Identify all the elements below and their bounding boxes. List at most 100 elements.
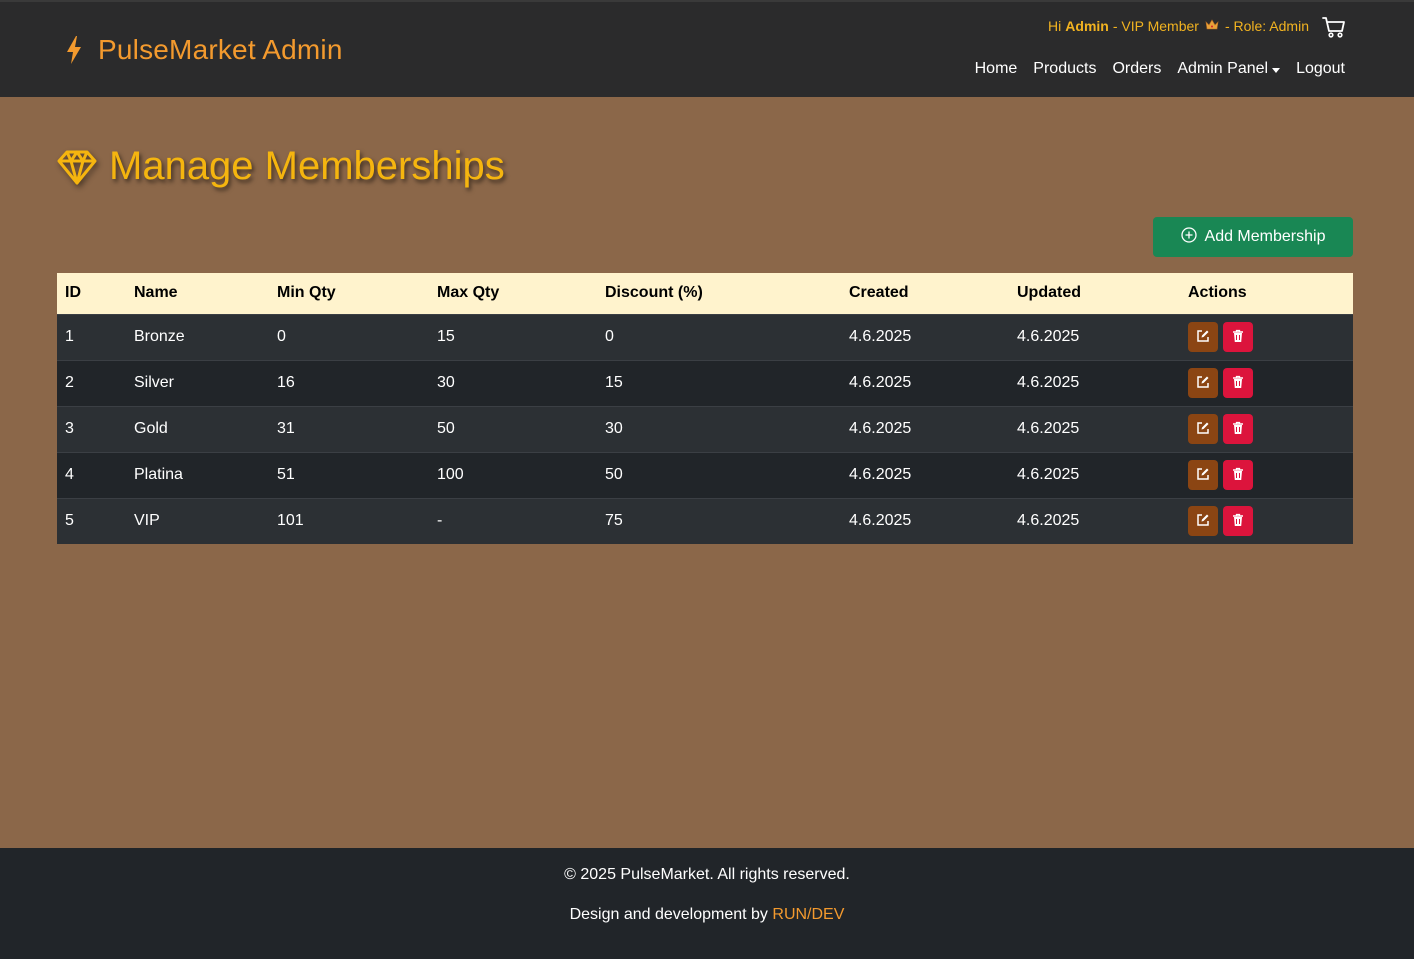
trash-icon bbox=[1232, 421, 1244, 438]
cell-name: Gold bbox=[126, 405, 269, 452]
membership-label: - VIP Member bbox=[1112, 18, 1199, 34]
page-title: Manage Memberships bbox=[109, 144, 505, 188]
cell-min-qty: 16 bbox=[269, 359, 429, 406]
cell-updated: 4.6.2025 bbox=[1009, 313, 1180, 360]
cell-min-qty: 31 bbox=[269, 405, 429, 452]
edit-icon bbox=[1196, 375, 1210, 392]
cell-updated: 4.6.2025 bbox=[1009, 359, 1180, 406]
cell-discount: 75 bbox=[597, 497, 841, 544]
cell-max-qty: 15 bbox=[429, 313, 597, 360]
footer-credit-link[interactable]: RUN/DEV bbox=[772, 906, 844, 923]
greeting: Hi bbox=[1048, 18, 1062, 34]
cell-max-qty: 100 bbox=[429, 451, 597, 498]
cell-discount: 50 bbox=[597, 451, 841, 498]
delete-button[interactable] bbox=[1223, 506, 1253, 537]
cell-actions bbox=[1180, 313, 1353, 360]
table-row: 1 Bronze 0 15 0 4.6.2025 4.6.2025 bbox=[57, 313, 1353, 360]
cell-name: VIP bbox=[126, 497, 269, 544]
nav-admin-panel-label: Admin Panel bbox=[1177, 60, 1269, 77]
cell-id: 5 bbox=[57, 497, 126, 544]
edit-button[interactable] bbox=[1188, 506, 1218, 537]
cell-discount: 0 bbox=[597, 313, 841, 360]
cell-actions bbox=[1180, 451, 1353, 498]
cell-max-qty: 30 bbox=[429, 359, 597, 406]
cell-min-qty: 0 bbox=[269, 313, 429, 360]
cell-discount: 30 bbox=[597, 405, 841, 452]
cart-icon[interactable] bbox=[1322, 16, 1346, 43]
nav-products[interactable]: Products bbox=[1033, 60, 1096, 78]
edit-icon bbox=[1196, 329, 1210, 346]
add-membership-button[interactable]: Add Membership bbox=[1153, 217, 1353, 257]
cell-discount: 15 bbox=[597, 359, 841, 406]
cell-created: 4.6.2025 bbox=[841, 405, 1009, 452]
edit-button[interactable] bbox=[1188, 460, 1218, 490]
nav-logout[interactable]: Logout bbox=[1296, 60, 1345, 78]
edit-button[interactable] bbox=[1188, 368, 1218, 398]
footer-credit: Design and development by RUN/DEV bbox=[0, 906, 1414, 924]
crown-icon bbox=[1205, 19, 1219, 33]
cell-max-qty: - bbox=[429, 497, 597, 544]
footer: © 2025 PulseMarket. All rights reserved.… bbox=[0, 848, 1414, 959]
cell-min-qty: 51 bbox=[269, 451, 429, 498]
add-membership-label: Add Membership bbox=[1204, 228, 1326, 245]
lightning-icon bbox=[64, 35, 84, 65]
nav-links: Home Products Orders Admin Panel Logout bbox=[975, 60, 1345, 78]
cell-name: Bronze bbox=[126, 313, 269, 360]
delete-button[interactable] bbox=[1223, 460, 1253, 490]
brand-name: PulseMarket Admin bbox=[98, 34, 343, 65]
cell-created: 4.6.2025 bbox=[841, 313, 1009, 360]
column-header: Name bbox=[134, 284, 178, 302]
cell-max-qty: 50 bbox=[429, 405, 597, 452]
delete-button[interactable] bbox=[1223, 368, 1253, 398]
cell-actions bbox=[1180, 359, 1353, 406]
cell-created: 4.6.2025 bbox=[841, 359, 1009, 406]
nav-admin-panel[interactable]: Admin Panel bbox=[1177, 60, 1281, 78]
edit-button[interactable] bbox=[1188, 322, 1218, 352]
nav-orders[interactable]: Orders bbox=[1112, 60, 1161, 78]
delete-button[interactable] bbox=[1223, 322, 1253, 352]
edit-button[interactable] bbox=[1188, 414, 1218, 444]
table-row: 2 Silver 16 30 15 4.6.2025 4.6.2025 bbox=[57, 359, 1353, 406]
column-header: Discount (%) bbox=[605, 284, 703, 302]
table-row: 5 VIP 101 - 75 4.6.2025 4.6.2025 bbox=[57, 497, 1353, 544]
caret-down-icon bbox=[1272, 67, 1281, 73]
trash-icon bbox=[1232, 513, 1244, 530]
column-header: Updated bbox=[1017, 284, 1081, 302]
cell-actions bbox=[1180, 405, 1353, 452]
trash-icon bbox=[1232, 375, 1244, 392]
cell-min-qty: 101 bbox=[269, 497, 429, 544]
table-header-row: ID Name Min Qty Max Qty Discount (%) Cre… bbox=[57, 273, 1353, 314]
cell-id: 3 bbox=[57, 405, 126, 452]
footer-credit-prefix: Design and development by bbox=[569, 906, 768, 923]
cell-name: Platina bbox=[126, 451, 269, 498]
username: Admin bbox=[1065, 18, 1109, 34]
cell-updated: 4.6.2025 bbox=[1009, 497, 1180, 544]
navbar: PulseMarket Admin Hi Admin - VIP Member … bbox=[0, 2, 1414, 97]
table-row: 3 Gold 31 50 30 4.6.2025 4.6.2025 bbox=[57, 405, 1353, 452]
role-label: - Role: Admin bbox=[1224, 18, 1309, 34]
gem-icon bbox=[57, 147, 97, 187]
edit-icon bbox=[1196, 467, 1210, 484]
cell-id: 2 bbox=[57, 359, 126, 406]
column-header: Actions bbox=[1188, 284, 1247, 302]
trash-icon bbox=[1232, 467, 1244, 484]
edit-icon bbox=[1196, 421, 1210, 438]
table-row: 4 Platina 51 100 50 4.6.2025 4.6.2025 bbox=[57, 451, 1353, 498]
trash-icon bbox=[1232, 329, 1244, 346]
cell-id: 4 bbox=[57, 451, 126, 498]
delete-button[interactable] bbox=[1223, 414, 1253, 444]
cell-name: Silver bbox=[126, 359, 269, 406]
cell-created: 4.6.2025 bbox=[841, 451, 1009, 498]
nav-home[interactable]: Home bbox=[975, 60, 1018, 78]
column-header: Created bbox=[849, 284, 909, 302]
memberships-table: ID Name Min Qty Max Qty Discount (%) Cre… bbox=[57, 273, 1353, 544]
column-header: Max Qty bbox=[437, 284, 500, 302]
column-header: Min Qty bbox=[277, 284, 336, 302]
plus-circle-icon bbox=[1180, 226, 1197, 248]
page-header: Manage Memberships bbox=[57, 144, 505, 189]
cell-actions bbox=[1180, 497, 1353, 544]
cell-id: 1 bbox=[57, 313, 126, 360]
cell-updated: 4.6.2025 bbox=[1009, 405, 1180, 452]
column-header: ID bbox=[65, 284, 81, 302]
brand-link[interactable]: PulseMarket Admin bbox=[64, 32, 343, 68]
